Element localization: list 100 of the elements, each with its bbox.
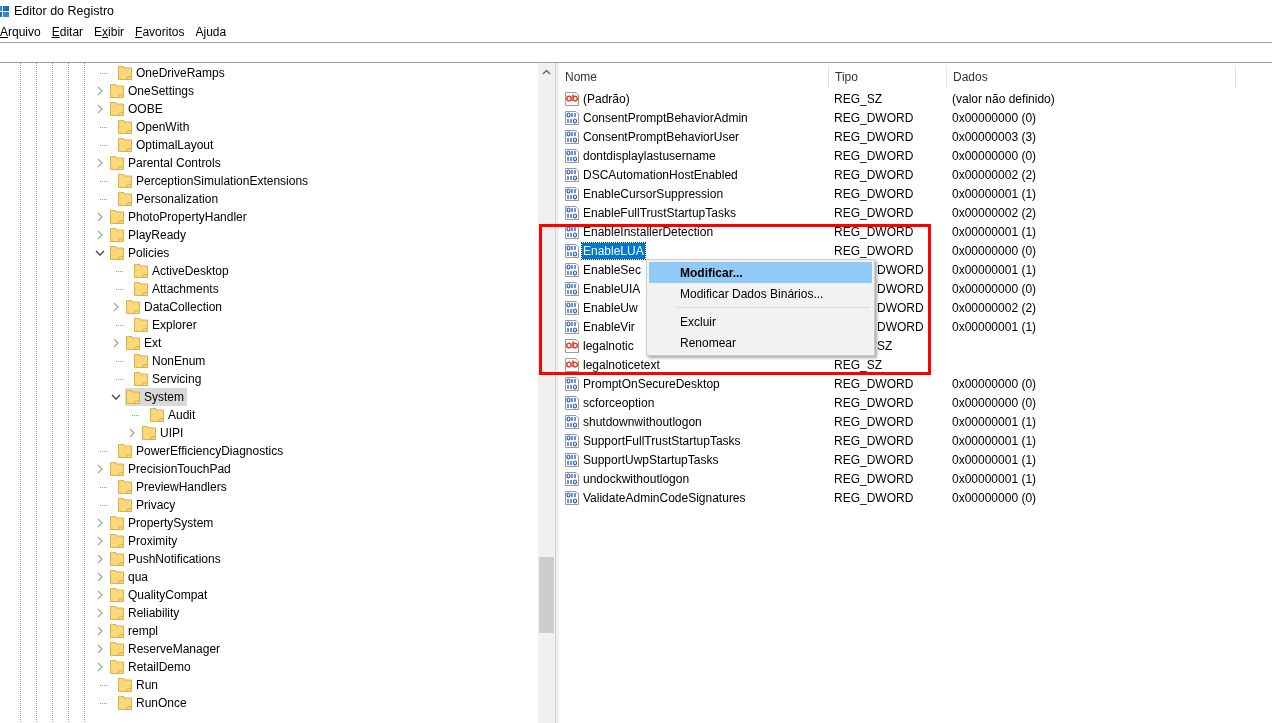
folder-icon	[109, 515, 125, 531]
folder-icon	[149, 407, 165, 423]
tree-item[interactable]: Privacy	[117, 496, 179, 514]
tree-item[interactable]: OptimalLayout	[117, 136, 217, 154]
value-type: REG_DWORD	[834, 129, 914, 144]
value-name[interactable]: (Padrão)	[582, 90, 631, 107]
value-name[interactable]: legalnoticetext	[582, 356, 661, 373]
value-data: 0x00000000 (0)	[952, 281, 1037, 296]
value-name[interactable]: EnableInstallerDetection	[582, 223, 715, 240]
value-name[interactable]: EnableUIA	[582, 280, 642, 297]
tree-item[interactable]: Audit	[149, 406, 199, 424]
folder-icon	[117, 119, 133, 135]
scrollbar-thumb[interactable]	[539, 557, 554, 633]
value-name[interactable]: SupportFullTrustStartupTasks	[582, 432, 742, 449]
tree-item[interactable]: System	[125, 388, 187, 406]
folder-icon	[109, 155, 125, 171]
tree-item[interactable]: PlayReady	[109, 226, 190, 244]
value-type: DWORD	[877, 319, 924, 334]
binary-value-icon	[564, 147, 580, 164]
menu-item[interactable]: Arquivo	[0, 25, 48, 39]
binary-value-icon	[564, 470, 580, 487]
tree-item[interactable]: ActiveDesktop	[133, 262, 232, 280]
value-type: REG_SZ	[834, 91, 882, 106]
value-name[interactable]: scforceoption	[582, 394, 656, 411]
tree-item[interactable]: OOBE	[109, 100, 166, 118]
tree-item[interactable]: OneSettings	[109, 82, 198, 100]
folder-icon	[117, 137, 133, 153]
value-name[interactable]: EnableVir	[582, 318, 636, 335]
value-name[interactable]: EnableFullTrustStartupTasks	[582, 204, 737, 221]
tree-item[interactable]: PrecisionTouchPad	[109, 460, 234, 478]
tree-item[interactable]: Reliability	[109, 604, 183, 622]
value-name[interactable]: ConsentPromptBehaviorAdmin	[582, 109, 749, 126]
tree-item[interactable]: QualityCompat	[109, 586, 211, 604]
value-name[interactable]: ConsentPromptBehaviorUser	[582, 128, 741, 145]
menu-item[interactable]: Ajuda	[195, 25, 234, 39]
tree-item[interactable]: rempl	[109, 622, 161, 640]
value-type: REG_DWORD	[834, 186, 914, 201]
value-data: 0x00000000 (0)	[952, 148, 1037, 163]
value-data: 0x00000001 (1)	[952, 224, 1037, 239]
tree-item[interactable]: RetailDemo	[109, 658, 194, 676]
tree-item[interactable]: Personalization	[117, 190, 222, 208]
binary-value-icon	[564, 166, 580, 183]
value-data: 0x00000001 (1)	[952, 186, 1037, 201]
value-data: 0x00000001 (1)	[952, 414, 1037, 429]
vertical-scrollbar[interactable]	[538, 63, 555, 723]
value-name[interactable]: PromptOnSecureDesktop	[582, 375, 721, 392]
context-menu-item[interactable]: Renomear	[649, 332, 872, 353]
value-data: 0x00000001 (1)	[952, 433, 1037, 448]
tree-item[interactable]: DataCollection	[125, 298, 226, 316]
folder-icon	[109, 227, 125, 243]
tree-item[interactable]: RunOnce	[117, 694, 190, 712]
value-name[interactable]: undockwithoutlogon	[582, 470, 691, 487]
value-type: REG_DWORD	[834, 471, 914, 486]
context-menu-item[interactable]: Modificar Dados Binários...	[649, 283, 872, 304]
value-name[interactable]: SupportUwpStartupTasks	[582, 451, 720, 468]
value-name[interactable]: shutdownwithoutlogon	[582, 413, 703, 430]
context-menu-item[interactable]: Modificar...	[649, 262, 872, 283]
tree-item[interactable]: Policies	[109, 244, 173, 262]
value-data: 0x00000001 (1)	[952, 319, 1037, 334]
tree-item[interactable]: Attachments	[133, 280, 222, 298]
value-name[interactable]: EnableUw	[582, 299, 639, 316]
value-name[interactable]: dontdisplaylastusername	[582, 147, 717, 164]
tree-item[interactable]: Run	[117, 676, 161, 694]
context-menu-item[interactable]: Excluir	[649, 311, 872, 332]
value-name[interactable]: legalnotic	[582, 337, 635, 354]
column-header[interactable]: Tipo	[829, 66, 947, 88]
value-type: REG_DWORD	[834, 243, 914, 258]
folder-icon	[117, 65, 133, 81]
string-value-icon	[564, 90, 580, 107]
column-header[interactable]: Dados	[947, 66, 1236, 88]
value-name[interactable]: DSCAutomationHostEnabled	[582, 166, 739, 183]
column-header[interactable]: Nome	[559, 66, 829, 88]
tree-item[interactable]: OpenWith	[117, 118, 193, 136]
tree-item[interactable]: PropertySystem	[109, 514, 217, 532]
tree-item[interactable]: Ext	[125, 334, 165, 352]
tree-item[interactable]: Servicing	[133, 370, 205, 388]
value-type: REG_DWORD	[834, 148, 914, 163]
tree-item[interactable]: PreviewHandlers	[117, 478, 230, 496]
tree-item[interactable]: Parental Controls	[109, 154, 224, 172]
tree-item[interactable]: UIPI	[141, 424, 187, 442]
tree-item[interactable]: PushNotifications	[109, 550, 224, 568]
tree-item[interactable]: Explorer	[133, 316, 200, 334]
tree-item[interactable]: qua	[109, 568, 152, 586]
value-name[interactable]: ValidateAdminCodeSignatures	[582, 489, 747, 506]
value-name[interactable]: EnableSec	[582, 261, 643, 278]
value-name[interactable]: EnableCursorSuppression	[582, 185, 725, 202]
tree-item[interactable]: ReserveManager	[109, 640, 224, 658]
value-type: REG_DWORD	[834, 110, 914, 125]
tree-item[interactable]: NonEnum	[133, 352, 209, 370]
menu-item[interactable]: Favoritos	[135, 25, 192, 39]
tree-item[interactable]: Proximity	[109, 532, 181, 550]
tree-item[interactable]: OneDriveRamps	[117, 64, 228, 82]
value-name[interactable]: EnableLUA	[582, 242, 645, 259]
menu-item[interactable]: Editar	[51, 25, 91, 39]
tree-item[interactable]: PhotoPropertyHandler	[109, 208, 250, 226]
value-type: REG_DWORD	[834, 433, 914, 448]
menu-item[interactable]: Exibir	[94, 25, 132, 39]
tree-item[interactable]: PowerEfficiencyDiagnostics	[117, 442, 287, 460]
value-type: REG_DWORD	[834, 414, 914, 429]
tree-item[interactable]: PerceptionSimulationExtensions	[117, 172, 312, 190]
